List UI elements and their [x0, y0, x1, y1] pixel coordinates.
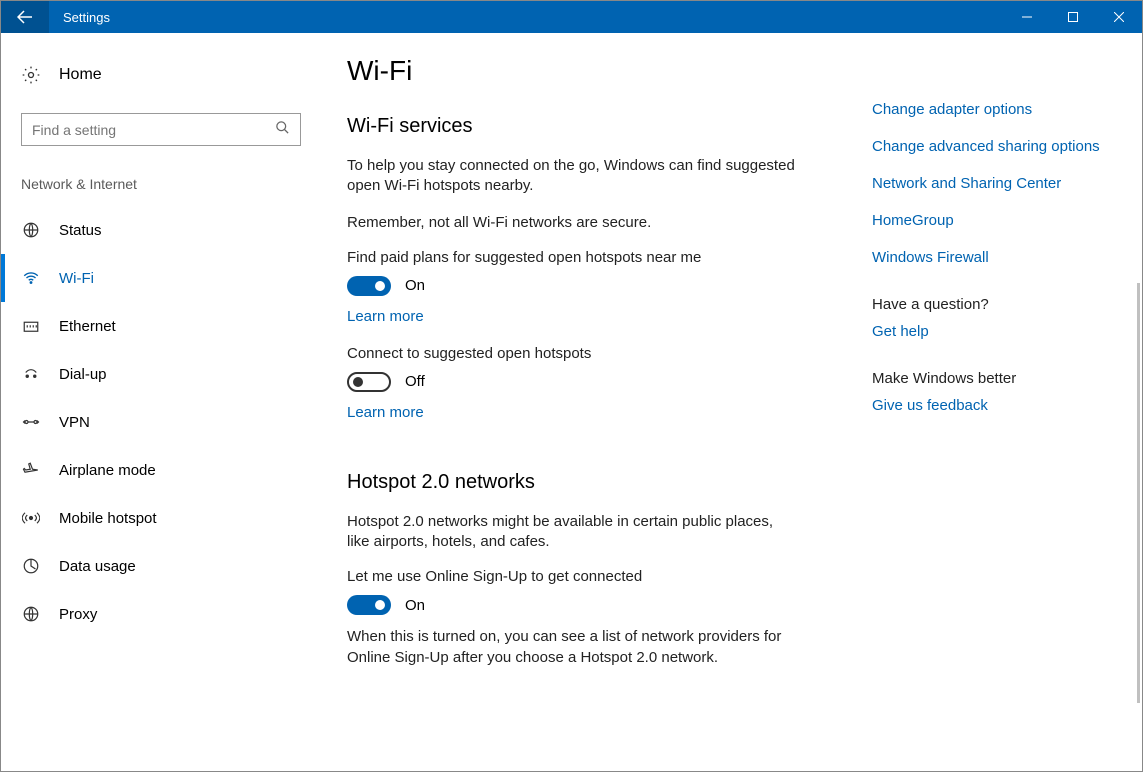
- search-box[interactable]: [21, 113, 301, 146]
- sidebar-item-wifi[interactable]: Wi-Fi: [1, 254, 321, 302]
- maximize-button[interactable]: [1050, 1, 1096, 33]
- sidebar-item-ethernet[interactable]: Ethernet: [1, 302, 321, 350]
- titlebar: Settings: [1, 1, 1142, 33]
- feedback-link[interactable]: Give us feedback: [872, 397, 1112, 414]
- close-button[interactable]: [1096, 1, 1142, 33]
- ethernet-icon: [21, 317, 41, 335]
- connect-hotspots-state: Off: [405, 373, 425, 390]
- signup-state: On: [405, 597, 425, 614]
- status-icon: [21, 221, 41, 239]
- page-title: Wi-Fi: [347, 55, 847, 87]
- search-input[interactable]: [32, 122, 275, 138]
- home-label: Home: [59, 66, 102, 84]
- section-wifi-services-heading: Wi-Fi services: [347, 115, 847, 138]
- related-link[interactable]: Windows Firewall: [872, 249, 1112, 266]
- sidebar-item-label: Data usage: [59, 558, 136, 575]
- signup-toggle[interactable]: [347, 595, 391, 615]
- sidebar-item-airplane[interactable]: Airplane mode: [1, 446, 321, 494]
- wifi-services-intro: To help you stay connected on the go, Wi…: [347, 156, 797, 197]
- sidebar-item-label: Airplane mode: [59, 462, 156, 479]
- scrollbar[interactable]: [1137, 283, 1140, 703]
- sidebar-item-label: Mobile hotspot: [59, 510, 157, 527]
- related-link[interactable]: Change advanced sharing options: [872, 138, 1112, 155]
- section-hotspot20-heading: Hotspot 2.0 networks: [347, 471, 847, 494]
- related-link[interactable]: Network and Sharing Center: [872, 175, 1112, 192]
- sidebar-item-label: Wi-Fi: [59, 270, 94, 287]
- proxy-icon: [21, 605, 41, 623]
- related-link[interactable]: HomeGroup: [872, 212, 1112, 229]
- wifi-services-remember: Remember, not all Wi-Fi networks are sec…: [347, 213, 797, 233]
- sidebar: Home Network & Internet Status Wi-Fi Eth…: [1, 33, 321, 771]
- back-button[interactable]: [1, 1, 49, 33]
- sidebar-item-dialup[interactable]: Dial-up: [1, 350, 321, 398]
- paid-plans-label: Find paid plans for suggested open hotsp…: [347, 249, 847, 266]
- learn-more-link-1[interactable]: Learn more: [347, 308, 424, 325]
- sidebar-item-status[interactable]: Status: [1, 206, 321, 254]
- minimize-button[interactable]: [1004, 1, 1050, 33]
- sidebar-item-label: Ethernet: [59, 318, 116, 335]
- connect-hotspots-label: Connect to suggested open hotspots: [347, 345, 847, 362]
- sidebar-item-proxy[interactable]: Proxy: [1, 590, 321, 638]
- related-links: Change adapter options Change advanced s…: [872, 33, 1112, 434]
- signup-note: When this is turned on, you can see a li…: [347, 627, 797, 668]
- paid-plans-state: On: [405, 277, 425, 294]
- paid-plans-toggle[interactable]: [347, 276, 391, 296]
- window-title: Settings: [49, 10, 1004, 25]
- nav-section-header: Network & Internet: [21, 176, 321, 192]
- gear-icon: [21, 65, 41, 85]
- signup-label: Let me use Online Sign-Up to get connect…: [347, 568, 847, 585]
- hotspot-icon: [21, 509, 41, 527]
- vpn-icon: [21, 413, 41, 431]
- search-icon: [275, 120, 290, 140]
- dialup-icon: [21, 365, 41, 383]
- question-heading: Have a question?: [872, 296, 1112, 313]
- datausage-icon: [21, 557, 41, 575]
- sidebar-item-label: Dial-up: [59, 366, 107, 383]
- feedback-heading: Make Windows better: [872, 370, 1112, 387]
- sidebar-item-label: Status: [59, 222, 102, 239]
- sidebar-item-label: VPN: [59, 414, 90, 431]
- home-button[interactable]: Home: [21, 55, 321, 95]
- window-controls: [1004, 1, 1142, 33]
- airplane-icon: [21, 461, 41, 479]
- get-help-link[interactable]: Get help: [872, 323, 1112, 340]
- sidebar-item-label: Proxy: [59, 606, 97, 623]
- connect-hotspots-toggle[interactable]: [347, 372, 391, 392]
- learn-more-link-2[interactable]: Learn more: [347, 404, 424, 421]
- hotspot20-intro: Hotspot 2.0 networks might be available …: [347, 512, 797, 553]
- main-content: Wi-Fi Wi-Fi services To help you stay co…: [321, 33, 1142, 771]
- related-link[interactable]: Change adapter options: [872, 101, 1112, 118]
- sidebar-item-datausage[interactable]: Data usage: [1, 542, 321, 590]
- sidebar-item-hotspot[interactable]: Mobile hotspot: [1, 494, 321, 542]
- sidebar-item-vpn[interactable]: VPN: [1, 398, 321, 446]
- wifi-icon: [21, 269, 41, 287]
